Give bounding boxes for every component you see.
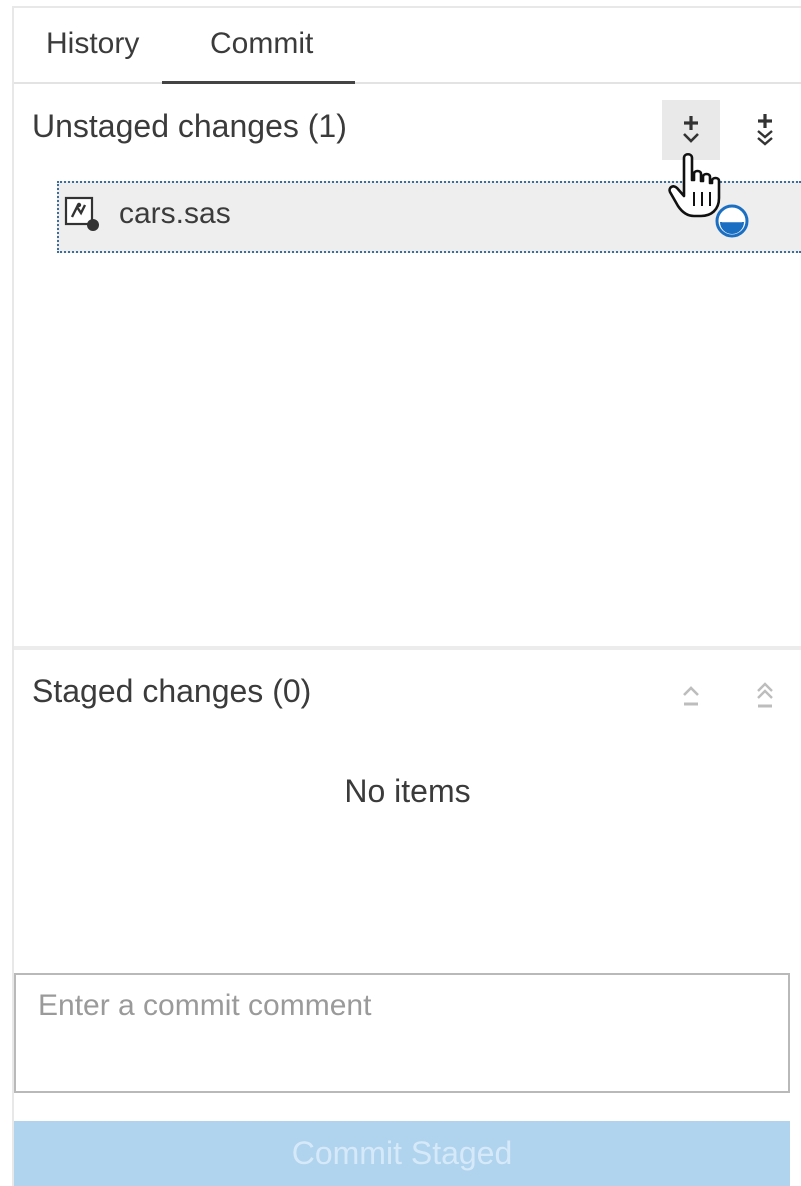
commit-staged-button[interactable]: Commit Staged [14, 1121, 790, 1186]
sas-program-icon [64, 196, 99, 231]
unstaged-file-row[interactable]: cars.sas [57, 181, 801, 253]
stage-selected-icon [683, 116, 699, 143]
panel-divider[interactable] [14, 646, 801, 650]
unstage-all-button[interactable] [736, 666, 794, 726]
tab-history[interactable]: History [46, 8, 139, 84]
tab-bar: History Commit [14, 8, 801, 84]
empty-state-text: No items [344, 773, 471, 809]
commit-comment-input[interactable] [14, 973, 790, 1093]
stage-all-button[interactable] [736, 100, 794, 160]
staged-changes-title: Staged changes (0) [32, 673, 312, 709]
unstaged-changes-title: Unstaged changes (1) [32, 108, 347, 144]
unstage-selected-button[interactable] [662, 666, 720, 726]
stage-selected-button[interactable] [662, 100, 720, 160]
unstage-all-icon [757, 682, 773, 708]
tab-commit[interactable]: Commit [210, 8, 313, 84]
unstage-selected-icon [683, 686, 699, 706]
active-tab-indicator [162, 81, 355, 84]
file-name: cars.sas [119, 197, 231, 230]
stage-all-icon [757, 114, 773, 146]
modified-status-icon [715, 204, 749, 238]
